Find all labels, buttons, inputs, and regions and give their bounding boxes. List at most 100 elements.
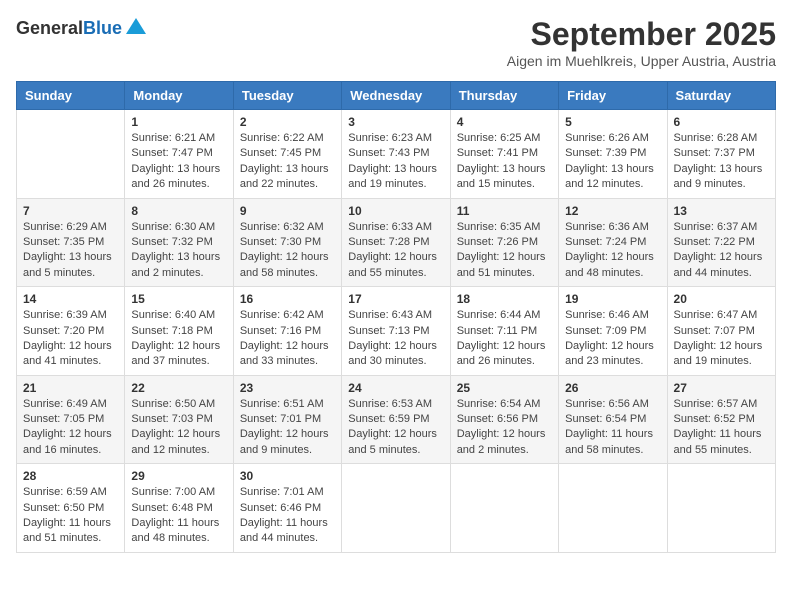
calendar-cell: 15 Sunrise: 6:40 AM Sunset: 7:18 PM Dayli…	[125, 287, 233, 376]
calendar-cell: 26 Sunrise: 6:56 AM Sunset: 6:54 PM Dayli…	[559, 375, 667, 464]
day-info: Sunrise: 6:51 AM Sunset: 7:01 PM Dayligh…	[240, 397, 335, 459]
calendar-cell: 21 Sunrise: 6:49 AM Sunset: 7:05 PM Dayli…	[17, 375, 125, 464]
day-info: Sunrise: 6:46 AM Sunset: 7:09 PM Dayligh…	[565, 308, 660, 370]
logo: GeneralBlue	[16, 16, 148, 40]
day-number: 7	[23, 204, 118, 218]
calendar-cell	[450, 464, 558, 553]
day-info: Sunrise: 6:39 AM Sunset: 7:20 PM Dayligh…	[23, 308, 118, 370]
calendar-cell: 30 Sunrise: 7:01 AM Sunset: 6:46 PM Dayli…	[233, 464, 341, 553]
calendar-cell: 19 Sunrise: 6:46 AM Sunset: 7:09 PM Dayli…	[559, 287, 667, 376]
day-number: 2	[240, 115, 335, 129]
day-number: 4	[457, 115, 552, 129]
day-info: Sunrise: 6:35 AM Sunset: 7:26 PM Dayligh…	[457, 220, 552, 282]
day-number: 27	[674, 381, 769, 395]
day-info: Sunrise: 6:42 AM Sunset: 7:16 PM Dayligh…	[240, 308, 335, 370]
calendar-cell: 6 Sunrise: 6:28 AM Sunset: 7:37 PM Daylig…	[667, 110, 775, 199]
day-number: 29	[131, 469, 226, 483]
day-number: 10	[348, 204, 443, 218]
day-number: 5	[565, 115, 660, 129]
calendar-cell	[559, 464, 667, 553]
calendar-cell: 5Sunrise: 6:26 AM Sunset: 7:39 PM Daylig…	[559, 110, 667, 199]
day-info: Sunrise: 6:37 AM Sunset: 7:22 PM Dayligh…	[674, 220, 769, 282]
day-info: Sunrise: 6:43 AM Sunset: 7:13 PM Dayligh…	[348, 308, 443, 370]
day-number: 12	[565, 204, 660, 218]
calendar-cell: 18Sunrise: 6:44 AM Sunset: 7:11 PM Dayli…	[450, 287, 558, 376]
day-info: Sunrise: 6:25 AM Sunset: 7:41 PM Dayligh…	[457, 131, 552, 193]
title-area: September 2025 Aigen im Muehlkreis, Uppe…	[507, 16, 776, 69]
day-number: 23	[240, 381, 335, 395]
day-number: 22	[131, 381, 226, 395]
day-number: 14	[23, 292, 118, 306]
calendar-cell: 24Sunrise: 6:53 AM Sunset: 6:59 PM Dayli…	[342, 375, 450, 464]
weekday-header: Sunday	[17, 82, 125, 110]
weekday-header: Tuesday	[233, 82, 341, 110]
day-info: Sunrise: 6:40 AM Sunset: 7:18 PM Dayligh…	[131, 308, 226, 370]
calendar-cell: 8 Sunrise: 6:30 AM Sunset: 7:32 PM Daylig…	[125, 198, 233, 287]
weekday-header: Monday	[125, 82, 233, 110]
day-info: Sunrise: 6:56 AM Sunset: 6:54 PM Dayligh…	[565, 397, 660, 459]
day-number: 16	[240, 292, 335, 306]
day-info: Sunrise: 6:29 AM Sunset: 7:35 PM Dayligh…	[23, 220, 118, 282]
calendar-cell	[667, 464, 775, 553]
day-number: 21	[23, 381, 118, 395]
day-info: Sunrise: 6:53 AM Sunset: 6:59 PM Dayligh…	[348, 397, 443, 459]
day-number: 8	[131, 204, 226, 218]
day-info: Sunrise: 6:59 AM Sunset: 6:50 PM Dayligh…	[23, 485, 118, 547]
day-number: 19	[565, 292, 660, 306]
day-info: Sunrise: 7:00 AM Sunset: 6:48 PM Dayligh…	[131, 485, 226, 547]
weekday-header: Thursday	[450, 82, 558, 110]
day-number: 9	[240, 204, 335, 218]
day-number: 13	[674, 204, 769, 218]
calendar-cell: 25 Sunrise: 6:54 AM Sunset: 6:56 PM Dayli…	[450, 375, 558, 464]
calendar-cell	[17, 110, 125, 199]
weekday-header: Saturday	[667, 82, 775, 110]
calendar-cell: 13 Sunrise: 6:37 AM Sunset: 7:22 PM Dayli…	[667, 198, 775, 287]
day-info: Sunrise: 6:32 AM Sunset: 7:30 PM Dayligh…	[240, 220, 335, 282]
day-info: Sunrise: 6:28 AM Sunset: 7:37 PM Dayligh…	[674, 131, 769, 193]
day-number: 20	[674, 292, 769, 306]
day-number: 17	[348, 292, 443, 306]
day-number: 30	[240, 469, 335, 483]
weekday-header: Wednesday	[342, 82, 450, 110]
day-number: 1	[131, 115, 226, 129]
month-title: September 2025	[507, 16, 776, 53]
day-info: Sunrise: 6:54 AM Sunset: 6:56 PM Dayligh…	[457, 397, 552, 459]
calendar-cell: 3 Sunrise: 6:23 AM Sunset: 7:43 PM Daylig…	[342, 110, 450, 199]
day-info: Sunrise: 7:01 AM Sunset: 6:46 PM Dayligh…	[240, 485, 335, 547]
day-number: 25	[457, 381, 552, 395]
calendar-cell	[342, 464, 450, 553]
day-info: Sunrise: 6:44 AM Sunset: 7:11 PM Dayligh…	[457, 308, 552, 370]
day-number: 26	[565, 381, 660, 395]
day-number: 6	[674, 115, 769, 129]
calendar-cell: 17 Sunrise: 6:43 AM Sunset: 7:13 PM Dayli…	[342, 287, 450, 376]
day-info: Sunrise: 6:23 AM Sunset: 7:43 PM Dayligh…	[348, 131, 443, 193]
day-info: Sunrise: 6:33 AM Sunset: 7:28 PM Dayligh…	[348, 220, 443, 282]
calendar-cell: 23 Sunrise: 6:51 AM Sunset: 7:01 PM Dayli…	[233, 375, 341, 464]
day-info: Sunrise: 6:22 AM Sunset: 7:45 PM Dayligh…	[240, 131, 335, 193]
calendar-cell: 9 Sunrise: 6:32 AM Sunset: 7:30 PM Daylig…	[233, 198, 341, 287]
day-number: 15	[131, 292, 226, 306]
calendar-cell: 27 Sunrise: 6:57 AM Sunset: 6:52 PM Dayli…	[667, 375, 775, 464]
day-number: 3	[348, 115, 443, 129]
day-info: Sunrise: 6:30 AM Sunset: 7:32 PM Dayligh…	[131, 220, 226, 282]
calendar-cell: 16 Sunrise: 6:42 AM Sunset: 7:16 PM Dayli…	[233, 287, 341, 376]
calendar-cell: 10 Sunrise: 6:33 AM Sunset: 7:28 PM Dayli…	[342, 198, 450, 287]
calendar-cell: 22 Sunrise: 6:50 AM Sunset: 7:03 PM Dayli…	[125, 375, 233, 464]
calendar-cell: 14 Sunrise: 6:39 AM Sunset: 7:20 PM Dayli…	[17, 287, 125, 376]
day-info: Sunrise: 6:21 AM Sunset: 7:47 PM Dayligh…	[131, 131, 226, 193]
calendar-cell: 20 Sunrise: 6:47 AM Sunset: 7:07 PM Dayli…	[667, 287, 775, 376]
calendar-cell: 1 Sunrise: 6:21 AM Sunset: 7:47 PM Daylig…	[125, 110, 233, 199]
calendar-cell: 4 Sunrise: 6:25 AM Sunset: 7:41 PM Daylig…	[450, 110, 558, 199]
calendar-cell: 2 Sunrise: 6:22 AM Sunset: 7:45 PM Daylig…	[233, 110, 341, 199]
day-info: Sunrise: 6:36 AM Sunset: 7:24 PM Dayligh…	[565, 220, 660, 282]
calendar-cell: 28Sunrise: 6:59 AM Sunset: 6:50 PM Dayli…	[17, 464, 125, 553]
day-info: Sunrise: 6:50 AM Sunset: 7:03 PM Dayligh…	[131, 397, 226, 459]
day-number: 11	[457, 204, 552, 218]
logo-icon	[124, 16, 148, 40]
day-info: Sunrise: 6:49 AM Sunset: 7:05 PM Dayligh…	[23, 397, 118, 459]
location-title: Aigen im Muehlkreis, Upper Austria, Aust…	[507, 53, 776, 69]
weekday-header: Friday	[559, 82, 667, 110]
day-info: Sunrise: 6:47 AM Sunset: 7:07 PM Dayligh…	[674, 308, 769, 370]
day-info: Sunrise: 6:57 AM Sunset: 6:52 PM Dayligh…	[674, 397, 769, 459]
calendar-cell: 29 Sunrise: 7:00 AM Sunset: 6:48 PM Dayli…	[125, 464, 233, 553]
